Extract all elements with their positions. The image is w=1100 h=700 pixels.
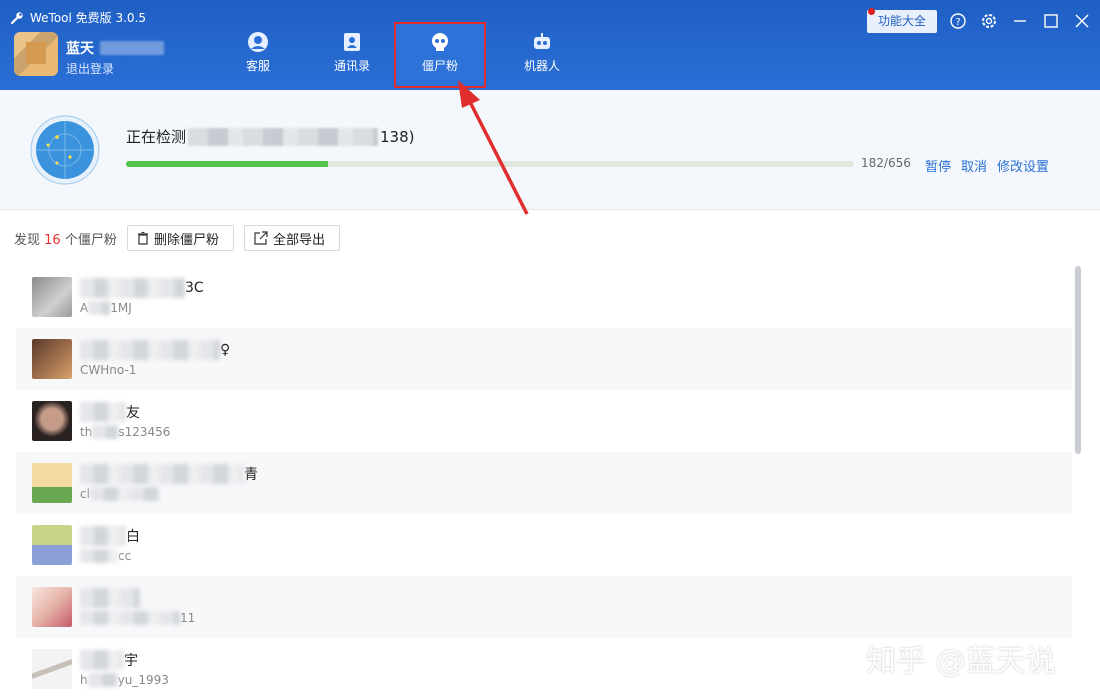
export-all-button[interactable]: 全部导出 bbox=[244, 225, 340, 251]
avatar bbox=[32, 649, 72, 689]
contact-name bbox=[80, 588, 140, 608]
minimize-icon[interactable] bbox=[1011, 12, 1029, 30]
contact-wechat-id: cl bbox=[80, 487, 160, 501]
contact-name: 友 bbox=[80, 402, 140, 422]
list-item[interactable]: 青 cl bbox=[16, 452, 1072, 514]
tab-label: 机器人 bbox=[523, 59, 560, 73]
feature-menu-button[interactable]: 功能大全 bbox=[867, 10, 937, 33]
robot-icon bbox=[534, 33, 550, 49]
list-scrollbar[interactable] bbox=[1075, 266, 1081, 454]
app-title: WeTool 免费版 3.0.5 bbox=[10, 9, 146, 26]
app-title-text: WeTool 免费版 3.0.5 bbox=[30, 11, 147, 25]
contact-name: 白 bbox=[80, 526, 140, 546]
headset-icon bbox=[248, 32, 268, 52]
avatar bbox=[32, 277, 72, 317]
contact-wechat-id: CWHno-1 bbox=[80, 363, 137, 377]
cancel-button[interactable]: 取消 bbox=[961, 156, 987, 175]
list-item[interactable]: 3C A 1MJ bbox=[16, 266, 1072, 328]
contact-name: 宇 bbox=[80, 650, 138, 670]
list-item[interactable]: 友 th s123456 bbox=[16, 390, 1072, 452]
contact-wechat-id: th s123456 bbox=[80, 425, 171, 439]
avatar bbox=[32, 525, 72, 565]
wrench-icon bbox=[10, 11, 23, 24]
zombie-fans-list: 3C A 1MJ ♀ CWHno-1 友 th s123456 青 cl 白 cc … bbox=[16, 266, 1072, 700]
delete-zombie-fans-button[interactable]: 删除僵尸粉 bbox=[127, 225, 234, 251]
found-count-text: 发现 16 个僵尸粉 bbox=[14, 233, 117, 248]
maximize-icon[interactable] bbox=[1042, 12, 1060, 30]
contact-name: ♀ bbox=[80, 340, 230, 360]
contact-wechat-id: h yu_1993 bbox=[80, 673, 169, 687]
detection-status-panel: 正在检测 138) 182/656 暂停 取消 修改设置 bbox=[0, 90, 1100, 210]
contact-wechat-id: cc bbox=[80, 549, 131, 563]
watermark: 知乎 @蓝天说 bbox=[866, 644, 1056, 679]
tab-zombie-fans[interactable]: 僵尸粉 bbox=[394, 22, 486, 88]
export-icon bbox=[254, 231, 268, 245]
avatar bbox=[32, 401, 72, 441]
trash-icon bbox=[138, 231, 148, 245]
contact-wechat-id: A 1MJ bbox=[80, 301, 132, 315]
tab-contacts[interactable]: 通讯录 bbox=[306, 24, 398, 86]
list-item[interactable]: ♀ CWHno-1 bbox=[16, 328, 1072, 390]
detection-progress-bar bbox=[126, 161, 854, 167]
list-item[interactable]: 白 cc bbox=[16, 514, 1072, 576]
tab-label: 僵尸粉 bbox=[421, 59, 458, 73]
blurred-contact-name bbox=[188, 127, 379, 146]
progress-fill bbox=[126, 161, 329, 167]
progress-count: 182/656 bbox=[861, 156, 911, 170]
pause-button[interactable]: 暂停 bbox=[925, 156, 951, 175]
app-header: WeTool 免费版 3.0.5 蓝天 退出登录 客服 通讯录 僵尸粉 机器人 … bbox=[0, 0, 1100, 90]
skull-icon bbox=[432, 33, 448, 51]
contacts-icon bbox=[344, 33, 360, 51]
blurred-username bbox=[100, 41, 164, 55]
contact-name: 3C bbox=[80, 278, 204, 298]
contact-name: 青 bbox=[80, 464, 258, 484]
tab-customer-service[interactable]: 客服 bbox=[212, 24, 304, 86]
list-item[interactable]: 11 bbox=[16, 576, 1072, 638]
user-avatar[interactable] bbox=[14, 32, 58, 76]
detection-status-text: 正在检测 138) bbox=[126, 127, 415, 146]
avatar bbox=[32, 587, 72, 627]
notification-dot bbox=[868, 8, 875, 15]
help-icon[interactable]: ? bbox=[949, 12, 967, 30]
radar-icon bbox=[30, 115, 100, 185]
edit-settings-link[interactable]: 修改设置 bbox=[997, 156, 1049, 175]
tab-label: 通讯录 bbox=[333, 59, 370, 73]
close-icon[interactable] bbox=[1073, 12, 1091, 30]
tab-label: 客服 bbox=[245, 59, 270, 73]
tab-robot[interactable]: 机器人 bbox=[496, 24, 588, 86]
contact-wechat-id: 11 bbox=[80, 611, 195, 625]
username: 蓝天 bbox=[66, 38, 164, 58]
avatar bbox=[32, 463, 72, 503]
logout-link[interactable]: 退出登录 bbox=[66, 60, 114, 77]
svg-text:?: ? bbox=[955, 17, 960, 28]
avatar bbox=[32, 339, 72, 379]
settings-gear-icon[interactable] bbox=[980, 12, 998, 30]
